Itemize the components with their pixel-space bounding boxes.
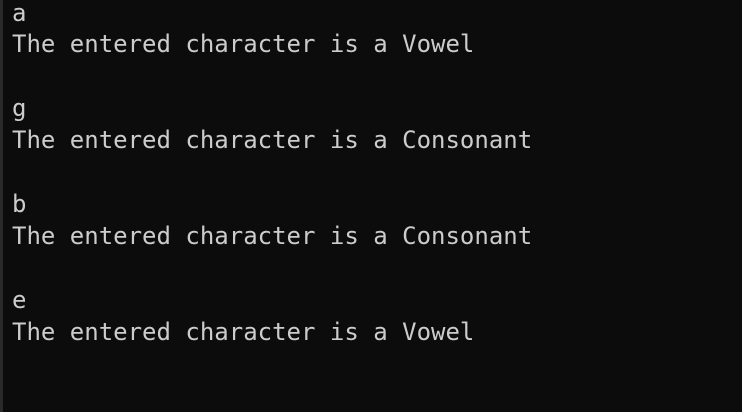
input-line: g <box>12 94 27 122</box>
input-line: a <box>12 0 27 27</box>
input-line: e <box>12 286 27 314</box>
output-line: The entered character is a Vowel <box>12 30 475 58</box>
output-line: The entered character is a Consonant <box>12 126 533 154</box>
output-line: The entered character is a Consonant <box>12 222 533 250</box>
output-line: The entered character is a Vowel <box>12 318 475 346</box>
input-line: b <box>12 190 27 218</box>
terminal-window[interactable]: a The entered character is a Vowel g The… <box>0 0 742 412</box>
window-left-edge <box>0 0 3 412</box>
